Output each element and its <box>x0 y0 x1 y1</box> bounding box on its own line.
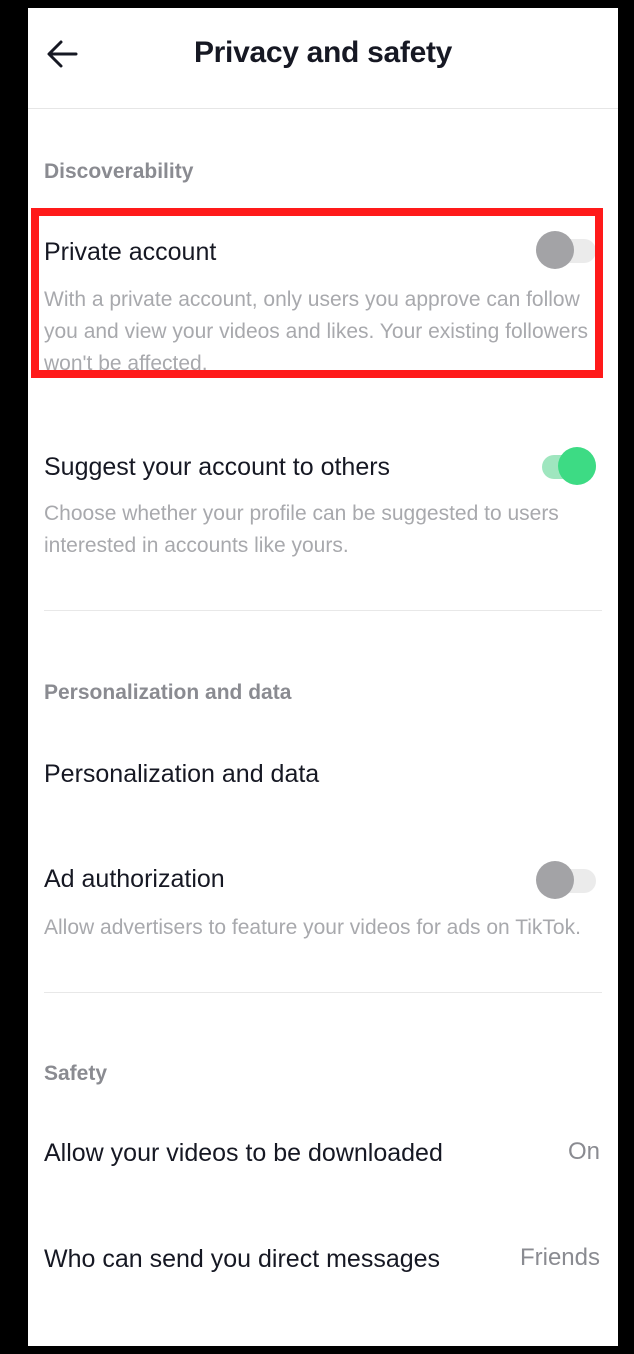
divider <box>44 992 602 993</box>
top-bar: Privacy and safety <box>28 8 618 109</box>
private-account-toggle[interactable] <box>536 231 596 271</box>
ad-authorization-title: Ad authorization <box>44 865 225 893</box>
ad-authorization-description: Allow advertisers to feature your videos… <box>44 916 581 939</box>
toggle-knob <box>558 447 596 485</box>
section-label-personalization: Personalization and data <box>44 681 292 704</box>
downloads-value: On <box>567 1138 600 1165</box>
toggle-knob <box>536 861 574 899</box>
suggest-account-toggle[interactable] <box>536 447 596 487</box>
downloads-title: Allow your videos to be downloaded <box>44 1139 443 1167</box>
direct-messages-value: Friends <box>519 1244 600 1271</box>
section-label-safety: Safety <box>44 1062 108 1085</box>
ad-authorization-toggle[interactable] <box>536 861 596 901</box>
divider <box>44 610 602 611</box>
toggle-knob <box>536 231 574 269</box>
section-label-discoverability: Discoverability <box>44 160 194 183</box>
suggest-account-description: Choose whether your profile can be sugge… <box>44 502 559 557</box>
private-account-title: Private account <box>44 238 217 266</box>
direct-messages-title: Who can send you direct messages <box>44 1245 441 1273</box>
page-title: Privacy and safety <box>193 36 453 69</box>
personalization-data-item[interactable]: Personalization and data <box>44 760 319 789</box>
private-account-description: With a private account, only users you a… <box>44 288 588 375</box>
suggest-account-title: Suggest your account to others <box>44 453 391 481</box>
privacy-settings-screen: Privacy and safety Discoverability Priva… <box>28 8 618 1346</box>
